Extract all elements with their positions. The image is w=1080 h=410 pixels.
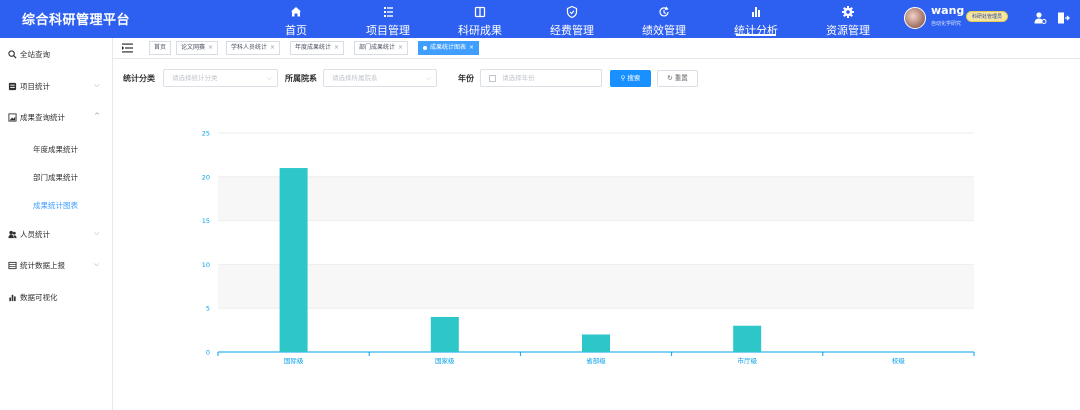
sidebar-item-label: 项目统计	[20, 82, 50, 91]
sidebar-subitem-charts[interactable]: 成果统计图表	[33, 200, 78, 211]
close-icon[interactable]: ×	[469, 44, 474, 51]
sidebar-subitem-annual[interactable]: 年度成果统计	[33, 144, 78, 155]
bar-3	[733, 325, 762, 352]
tab-discipline-staff[interactable]: 学科人员统计 ×	[226, 41, 281, 55]
main-nav: 首页 项目管理 科研成果 经费管理 绩效管理 统计分析 资源管理	[250, 0, 894, 38]
y-tick-label: 5	[206, 305, 210, 313]
app-title: 综合科研管理平台	[22, 13, 131, 28]
x-tick-label: 国家级	[435, 356, 455, 365]
tab-department[interactable]: 部门成果统计 ×	[354, 41, 409, 55]
refresh-icon	[659, 6, 669, 17]
home-icon	[291, 7, 301, 17]
bar-chart-icon	[9, 294, 16, 302]
user-name: wang	[931, 4, 965, 17]
close-icon[interactable]: ×	[208, 44, 213, 51]
people-icon	[8, 230, 17, 239]
chevron-down-icon: ⌵	[94, 81, 100, 89]
nav-label: 绩效管理	[642, 24, 686, 37]
tab-label: 首页	[154, 44, 167, 51]
tab-label: 年度成果统计	[295, 44, 332, 51]
bar-2	[582, 334, 610, 352]
close-icon[interactable]: ×	[270, 44, 275, 51]
grid-band	[218, 176, 974, 221]
sidebar-item-label: 数据可视化	[20, 293, 58, 302]
nav-label: 资源管理	[826, 24, 870, 37]
sidebar-item-project-stats[interactable]: 项目统计 ⌵	[8, 81, 108, 92]
tab-label: 成果统计图表	[430, 44, 467, 51]
sidebar: 全站查询 项目统计 ⌵ 成果查询统计 ^ 年度成果统计 部门成果统计 成果统计图…	[0, 38, 113, 410]
bar-1	[430, 316, 459, 352]
sidebar-item-label: 统计数据上报	[20, 261, 65, 270]
sidebar-search-label: 全站查询	[20, 50, 50, 59]
nav-funding[interactable]: 经费管理	[526, 0, 618, 38]
chevron-down-icon: ⌵	[94, 260, 100, 268]
user-settings-icon[interactable]	[1033, 11, 1047, 25]
sidebar-item-report[interactable]: 统计数据上报 ⌵	[8, 260, 108, 271]
tab-papers[interactable]: 论文网赛 ×	[176, 41, 219, 55]
nav-achievements[interactable]: 科研成果	[434, 0, 526, 38]
list-icon	[384, 7, 393, 17]
table-icon	[8, 261, 17, 270]
tabs-bar: 首页 论文网赛 × 学科人员统计 × 年度成果统计 × 部门成果统计 × 成果统计图表 ×	[113, 38, 1080, 59]
avatar[interactable]	[904, 7, 926, 29]
close-icon[interactable]: ×	[334, 44, 339, 51]
top-bar: 综合科研管理平台 首页 项目管理 科研成果 经费管理 绩效管理 统计分析 资源管	[0, 0, 1080, 38]
user-department: 自动化学研究	[931, 21, 962, 27]
nav-resources[interactable]: 资源管理	[802, 0, 894, 38]
tab-charts[interactable]: 成果统计图表 ×	[418, 41, 480, 55]
sidebar-item-visualization[interactable]: 数据可视化	[8, 292, 58, 303]
nav-label: 统计分析	[734, 24, 778, 37]
bar-chart-icon	[752, 7, 760, 17]
shield-icon	[566, 5, 578, 19]
sidebar-item-label: 成果查询统计	[20, 113, 65, 122]
y-tick-label: 25	[202, 130, 210, 138]
y-tick-label: 20	[202, 173, 210, 181]
logout-icon[interactable]	[1056, 11, 1070, 25]
nav-performance[interactable]: 绩效管理	[618, 0, 710, 38]
role-badge[interactable]: 科研处管理员	[966, 11, 1009, 22]
x-tick-label: 国际级	[284, 356, 304, 365]
y-tick-label: 10	[202, 261, 210, 269]
sidebar-item-achievement-query[interactable]: 成果查询统计 ^	[8, 112, 108, 123]
grid-band	[218, 264, 974, 309]
nav-label: 项目管理	[366, 24, 410, 37]
sidebar-subitem-department[interactable]: 部门成果统计	[33, 172, 78, 183]
chevron-down-icon: ⌵	[94, 229, 100, 237]
image-icon	[8, 113, 17, 122]
nav-statistics[interactable]: 统计分析	[710, 0, 802, 38]
sidebar-item-label: 人员统计	[20, 230, 50, 239]
y-tick-label: 0	[206, 349, 210, 357]
x-tick-label: 市厅级	[737, 356, 757, 365]
nav-label: 经费管理	[550, 24, 594, 37]
gear-icon	[842, 6, 854, 18]
chevron-up-icon: ^	[94, 112, 100, 120]
nav-home[interactable]: 首页	[250, 0, 342, 38]
tab-home[interactable]: 首页	[149, 41, 172, 55]
nav-projects[interactable]: 项目管理	[342, 0, 434, 38]
tab-label: 学科人员统计	[231, 44, 268, 51]
document-icon	[8, 82, 17, 91]
book-icon	[474, 6, 486, 18]
active-dot-icon	[423, 45, 427, 50]
menu-toggle-icon[interactable]	[122, 43, 133, 53]
tab-annual[interactable]: 年度成果统计 ×	[290, 41, 345, 55]
achievement-bar-chart: 0 5 10 15 20 25 国际级 国家级 省部级 市厅级 校级	[202, 130, 975, 365]
sidebar-search[interactable]: 全站查询	[8, 49, 50, 60]
main-content: 统计分类 请选择统计分类 ⌵ 所属院系 请选择所属院系 ⌵ 年份 请选择年份 ⚲…	[113, 59, 1080, 410]
nav-label: 首页	[285, 24, 307, 37]
sidebar-item-personnel[interactable]: 人员统计 ⌵	[8, 229, 108, 240]
tab-label: 部门成果统计	[359, 44, 396, 51]
tab-label: 论文网赛	[181, 44, 206, 51]
y-tick-label: 15	[202, 217, 210, 225]
close-icon[interactable]: ×	[398, 44, 403, 51]
x-tick-label: 校级	[892, 356, 906, 365]
search-icon	[8, 50, 17, 59]
nav-label: 科研成果	[458, 24, 502, 37]
bar-0	[279, 168, 308, 352]
x-tick-label: 省部级	[586, 356, 606, 365]
